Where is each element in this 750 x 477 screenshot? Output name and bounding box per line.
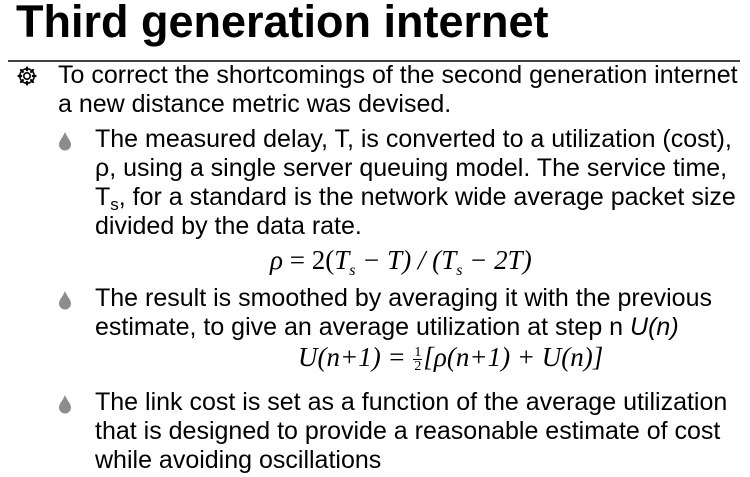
sub-bullet-delay-text: The measured delay, T, is converted to a… [95, 125, 740, 241]
bullet-1-text: To correct the shortcomings of the secon… [58, 61, 738, 118]
formula2-lhs: U(n+1) = [298, 342, 413, 372]
smoothing-formula: U(n+1) = 1 2 [ρ(n+1) + U(n)] [298, 341, 604, 375]
formula-tail: − 2T) [462, 245, 532, 275]
formula2-fraction: 12 [413, 345, 423, 375]
gear-flower-bullet-icon [17, 66, 37, 86]
teardrop-bullet-icon [59, 291, 71, 310]
teardrop-bullet-icon [59, 395, 71, 414]
sub-bullet-delay-part2: , for a standard is the network wide ave… [95, 183, 736, 240]
sub-bullet-smoothing-body: The result is smoothed by averaging it w… [95, 284, 712, 341]
formula2-rhs: [ρ(n+1) + U(n)] [423, 342, 604, 372]
sub-bullet-smoothing-emph: U(n) [630, 313, 679, 341]
formula-T2: T [441, 245, 457, 275]
slide: Third generation internet To correct the… [0, 0, 750, 477]
teardrop-bullet-icon [59, 132, 71, 151]
utilization-formula: ρ = 2(Ts − T) / (Ts − 2T) [270, 244, 532, 287]
formula-T: T [334, 245, 350, 275]
formula2-frac-den: 2 [414, 359, 422, 375]
sub-bullet-link-cost-text: The link cost is set as a function of th… [95, 388, 728, 474]
formula-eq: = 2( [282, 245, 335, 275]
sub-bullet-smoothing-text: The result is smoothed by averaging it w… [95, 284, 740, 342]
slide-title: Third generation internet [16, 0, 549, 47]
formula2-frac-num: 1 [413, 345, 423, 361]
formula-rho: ρ [270, 245, 283, 275]
formula-minus-T: − T) / ( [355, 245, 442, 275]
